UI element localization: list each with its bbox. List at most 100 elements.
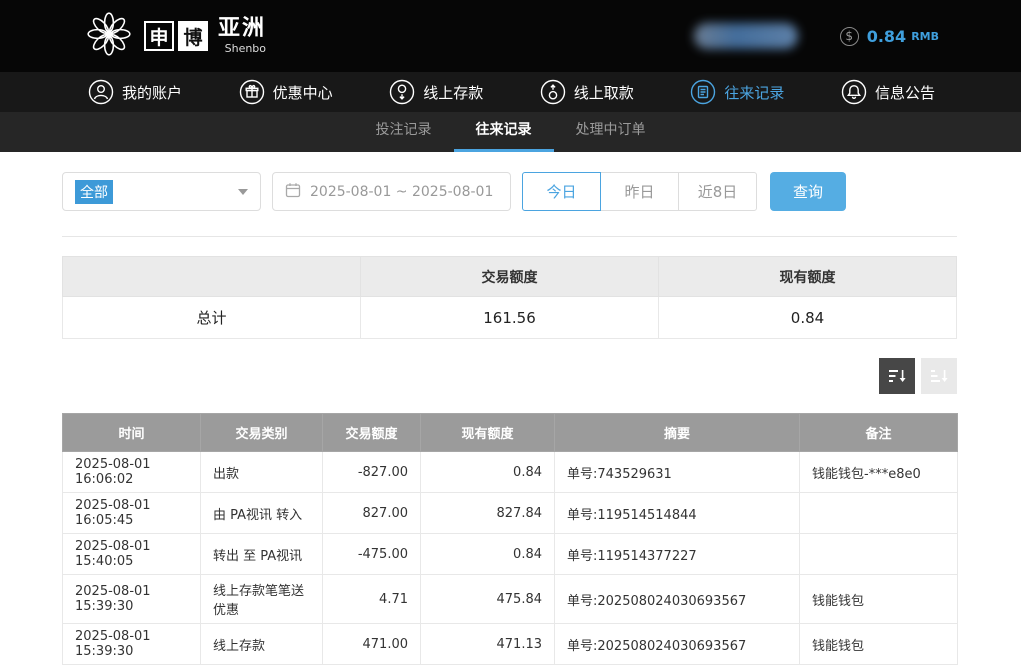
user-icon xyxy=(88,79,114,105)
table-cell: 0.84 xyxy=(421,452,555,493)
table-cell: -475.00 xyxy=(323,534,421,575)
quick-date-group: 今日 昨日 近8日 xyxy=(522,172,757,211)
table-cell: 2025-08-01 16:05:45 xyxy=(63,493,201,534)
table-cell: 2025-08-01 16:06:02 xyxy=(63,452,201,493)
nav-item-label: 线上取款 xyxy=(574,82,634,103)
table-cell: 471.00 xyxy=(323,624,421,665)
table-row: 2025-08-01 15:39:30线上存款471.00471.13单号:20… xyxy=(63,624,958,665)
search-button[interactable]: 查询 xyxy=(770,172,846,211)
balance[interactable]: $ 0.84 RMB xyxy=(840,27,939,46)
divider xyxy=(62,236,957,237)
table-cell: 单号:202508024030693567 xyxy=(555,575,800,624)
main-nav: 我的账户 优惠中心 线上存款 线上取款 xyxy=(0,72,1021,112)
table-row: 2025-08-01 16:05:45由 PA视讯 转入827.00827.84… xyxy=(63,493,958,534)
summary-table: 交易额度 现有额度 总计 161.56 0.84 xyxy=(62,256,957,339)
table-cell: 出款 xyxy=(201,452,323,493)
nav-item-label: 信息公告 xyxy=(875,82,935,103)
table-cell: -827.00 xyxy=(323,452,421,493)
balance-currency: RMB xyxy=(911,30,939,43)
records-icon xyxy=(690,79,716,105)
logo-region-cn: 亚洲 xyxy=(218,18,266,40)
table-cell: 2025-08-01 15:39:30 xyxy=(63,575,201,624)
table-cell xyxy=(800,493,958,534)
table-cell: 钱能钱包 xyxy=(800,575,958,624)
filter-row: 全部 2025-08-01 ~ 2025-08-01 今日 昨日 近8日 查询 xyxy=(62,172,957,211)
bell-icon xyxy=(841,79,867,105)
summary-header-empty xyxy=(63,257,361,297)
tab-betting-records[interactable]: 投注记录 xyxy=(354,112,454,152)
records-column-header: 现有额度 xyxy=(421,414,555,452)
date-range-input[interactable]: 2025-08-01 ~ 2025-08-01 xyxy=(272,172,511,211)
logo[interactable]: 申 博 亚洲 Shenbo xyxy=(84,9,266,63)
sort-controls xyxy=(62,358,957,394)
logo-region: 亚洲 Shenbo xyxy=(218,18,266,54)
nav-item-withdraw[interactable]: 线上取款 xyxy=(540,79,634,105)
top-header: 申 博 亚洲 Shenbo $ 0.84 RMB xyxy=(0,0,1021,72)
records-column-header: 摘要 xyxy=(555,414,800,452)
table-cell: 单号:202508024030693567 xyxy=(555,624,800,665)
today-button[interactable]: 今日 xyxy=(522,172,601,211)
nav-item-my-account[interactable]: 我的账户 xyxy=(88,79,182,105)
table-cell: 827.00 xyxy=(323,493,421,534)
table-cell: 4.71 xyxy=(323,575,421,624)
chevron-down-icon xyxy=(238,189,248,195)
last-8-days-button[interactable]: 近8日 xyxy=(678,172,757,211)
nav-item-label: 我的账户 xyxy=(122,82,182,103)
tab-processing-orders[interactable]: 处理中订单 xyxy=(554,112,668,152)
table-cell: 单号:119514377227 xyxy=(555,534,800,575)
nav-item-records[interactable]: 往来记录 xyxy=(690,79,784,105)
records-table: 时间交易类别交易额度现有额度摘要备注 2025-08-01 16:06:02出款… xyxy=(62,413,958,665)
table-cell: 线上存款 xyxy=(201,624,323,665)
type-select[interactable]: 全部 xyxy=(62,172,261,211)
sort-asc-button[interactable] xyxy=(921,358,957,394)
flower-logo-icon xyxy=(84,9,134,63)
summary-header-transaction: 交易额度 xyxy=(361,257,659,297)
nav-item-deposit[interactable]: 线上存款 xyxy=(389,79,483,105)
deposit-icon xyxy=(389,79,415,105)
content-area: 全部 2025-08-01 ~ 2025-08-01 今日 昨日 近8日 查询 … xyxy=(0,172,1021,665)
table-row: 2025-08-01 15:40:05转出 至 PA视讯-475.000.84单… xyxy=(63,534,958,575)
summary-balance-total: 0.84 xyxy=(659,297,957,339)
yesterday-button[interactable]: 昨日 xyxy=(600,172,679,211)
table-cell: 钱能钱包 xyxy=(800,624,958,665)
balance-amount: 0.84 xyxy=(867,27,906,46)
table-cell: 2025-08-01 15:40:05 xyxy=(63,534,201,575)
masked-username[interactable] xyxy=(694,23,798,49)
summary-total-label: 总计 xyxy=(63,297,361,339)
nav-item-label: 线上存款 xyxy=(423,82,483,103)
logo-wordmark: 申 博 xyxy=(144,21,208,51)
table-cell xyxy=(800,534,958,575)
summary-transaction-total: 161.56 xyxy=(361,297,659,339)
tab-transaction-records[interactable]: 往来记录 xyxy=(454,112,554,152)
summary-header-balance: 现有额度 xyxy=(659,257,957,297)
table-cell: 471.13 xyxy=(421,624,555,665)
records-column-header: 备注 xyxy=(800,414,958,452)
calendar-icon xyxy=(285,182,301,202)
records-column-header: 时间 xyxy=(63,414,201,452)
dollar-circle-icon: $ xyxy=(840,27,859,46)
logo-char-2: 博 xyxy=(178,21,208,51)
table-cell: 2025-08-01 15:39:30 xyxy=(63,624,201,665)
date-range-value: 2025-08-01 ~ 2025-08-01 xyxy=(310,184,493,200)
type-select-value: 全部 xyxy=(75,180,113,204)
table-cell: 由 PA视讯 转入 xyxy=(201,493,323,534)
records-header-row: 时间交易类别交易额度现有额度摘要备注 xyxy=(63,414,958,452)
records-column-header: 交易额度 xyxy=(323,414,421,452)
table-cell: 钱能钱包-***e8e0 xyxy=(800,452,958,493)
nav-item-announcements[interactable]: 信息公告 xyxy=(841,79,935,105)
table-row: 2025-08-01 15:39:30线上存款笔笔送优惠4.71475.84单号… xyxy=(63,575,958,624)
logo-region-en: Shenbo xyxy=(218,43,266,54)
table-cell: 转出 至 PA视讯 xyxy=(201,534,323,575)
nav-item-label: 优惠中心 xyxy=(273,82,333,103)
nav-item-promotions[interactable]: 优惠中心 xyxy=(239,79,333,105)
withdraw-icon xyxy=(540,79,566,105)
gift-icon xyxy=(239,79,265,105)
table-cell: 单号:743529631 xyxy=(555,452,800,493)
table-cell: 单号:119514514844 xyxy=(555,493,800,534)
sort-desc-button[interactable] xyxy=(879,358,915,394)
table-row: 2025-08-01 16:06:02出款-827.000.84单号:74352… xyxy=(63,452,958,493)
table-cell: 827.84 xyxy=(421,493,555,534)
table-cell: 0.84 xyxy=(421,534,555,575)
records-column-header: 交易类别 xyxy=(201,414,323,452)
summary-row: 总计 161.56 0.84 xyxy=(63,297,957,339)
